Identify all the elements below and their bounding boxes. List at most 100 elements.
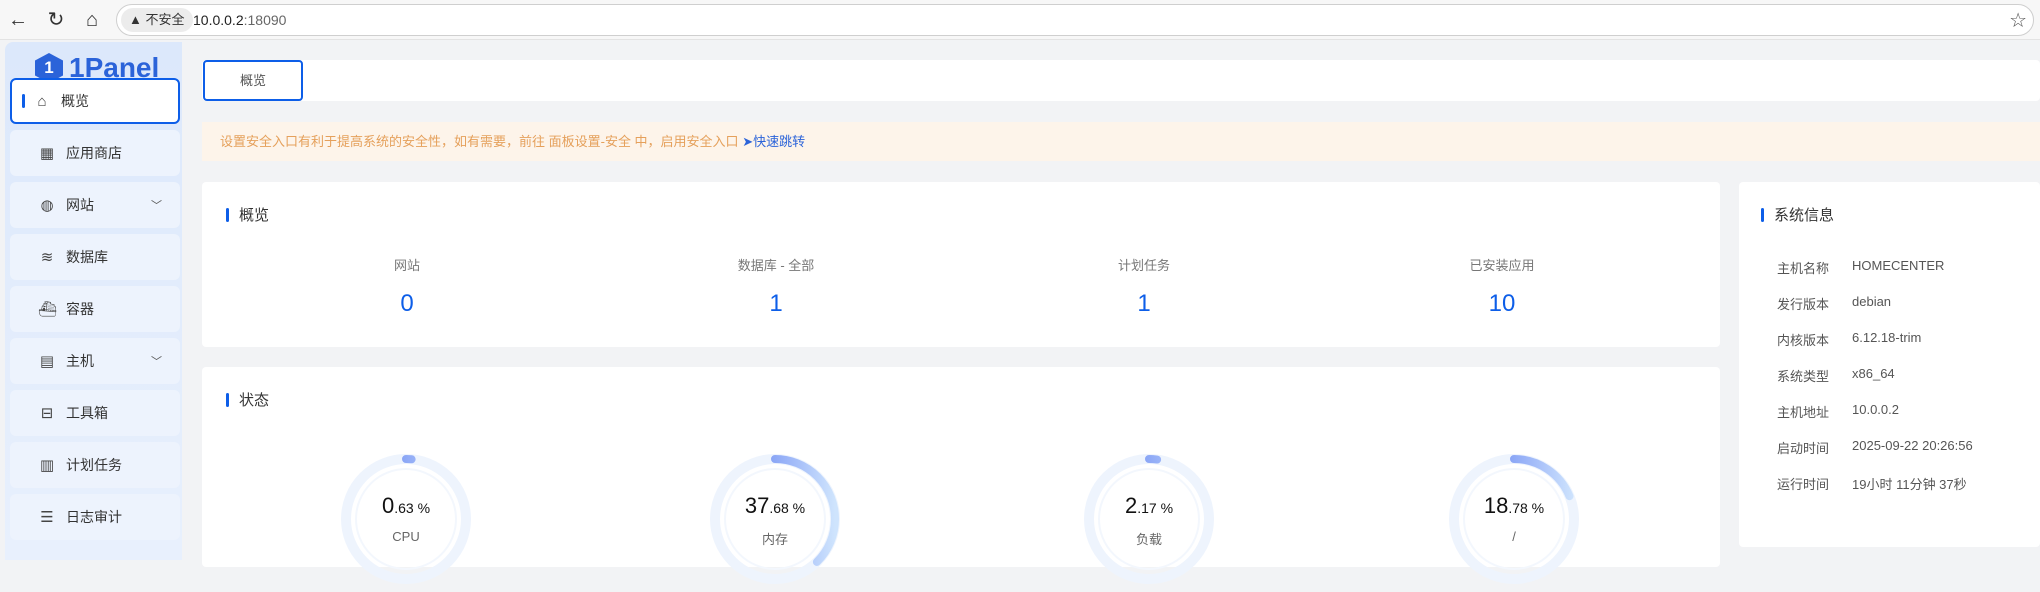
address-bar[interactable]: ▲ 不安全 10.0.0.2:18090 ☆ xyxy=(116,4,2034,36)
security-banner: 设置安全入口有利于提高系统的安全性，如有需要，前往 面板设置-安全 中，启用安全… xyxy=(202,122,2040,161)
security-label: 不安全 xyxy=(145,12,185,27)
stat-value[interactable]: 0 xyxy=(307,290,507,318)
sidebar-item-label: 计划任务 xyxy=(66,457,122,473)
navigate-icon: ➤ xyxy=(742,134,754,149)
gauge-value: 2.17 % xyxy=(1081,493,1217,519)
status-gauge[interactable]: 2.17 % 负载 xyxy=(1081,451,1217,587)
bookmark-star-icon[interactable]: ☆ xyxy=(2009,8,2027,33)
status-gauge[interactable]: 18.78 % / xyxy=(1446,451,1582,587)
sidebar-item[interactable]: ▤ 主机 ﹀ xyxy=(10,338,180,384)
status-gauge[interactable]: 0.63 % CPU xyxy=(338,451,474,587)
sidebar: 1 1Panel ⌂ 概览 ▦ 应用商店 ◍ 网站 ﹀ ≋ 数据库 ⛴ 容器 ▤ 主机 ﹀ ⊟ 工具箱 ▥ 计划任务… xyxy=(5,42,182,560)
stat-value[interactable]: 1 xyxy=(676,290,876,318)
gauge-label: 负载 xyxy=(1135,532,1162,547)
stat-label: 计划任务 xyxy=(1117,258,1170,273)
quick-jump-link[interactable]: ➤快速跳转 xyxy=(742,134,805,149)
sidebar-item[interactable]: ▦ 应用商店 xyxy=(10,130,180,176)
sysinfo-value: 10.0.0.2 xyxy=(1852,402,1899,417)
sidebar-item[interactable]: ⌂ 概览 xyxy=(10,78,180,124)
sysinfo-value: x86_64 xyxy=(1852,366,1895,381)
overview-stat[interactable]: 网站 0 xyxy=(307,255,507,318)
sysinfo-value: 19小时 11分钟 37秒 xyxy=(1852,477,1967,492)
sidebar-item[interactable]: ≋ 数据库 xyxy=(10,234,180,280)
home-icon[interactable]: ⌂ xyxy=(80,8,104,32)
gauge-int: 2 xyxy=(1124,493,1138,518)
sysinfo-row: 启动时间 2025-09-22 20:26:56 xyxy=(1777,438,1973,457)
quick-jump-label: 快速跳转 xyxy=(753,134,806,149)
sysinfo-value: debian xyxy=(1852,294,1892,309)
gauge-value: 18.78 % xyxy=(1446,493,1582,519)
reload-icon[interactable]: ↻ xyxy=(44,8,68,32)
layers-icon: ≋ xyxy=(40,249,54,266)
sysinfo-key: 系统类型 xyxy=(1777,369,1830,384)
globe-icon: ◍ xyxy=(40,197,54,214)
sysinfo-value: HOMECENTER xyxy=(1852,258,1945,273)
gauge-dec: .78 % xyxy=(1508,500,1545,516)
sysinfo-key: 发行版本 xyxy=(1777,297,1830,312)
stat-value[interactable]: 10 xyxy=(1402,290,1602,318)
sidebar-item-label: 日志审计 xyxy=(66,509,122,525)
sidebar-item-label: 数据库 xyxy=(66,249,108,265)
gauge-ring xyxy=(1449,454,1579,584)
banner-text: 设置安全入口有利于提高系统的安全性，如有需要，前往 面板设置-安全 中，启用安全… xyxy=(220,134,739,149)
sysinfo-row: 发行版本 debian xyxy=(1777,294,1891,313)
sidebar-item-label: 容器 xyxy=(66,301,94,317)
status-card: 状态 0.63 % CPU 37.68 % 内存 2.17 % 负载 18.78… xyxy=(202,367,1720,584)
sysinfo-key: 运行时间 xyxy=(1777,477,1830,492)
stat-value[interactable]: 1 xyxy=(1044,290,1244,318)
sidebar-item-label: 应用商店 xyxy=(66,145,122,161)
overview-title-text: 概览 xyxy=(239,207,270,224)
grid-icon: ▦ xyxy=(39,145,55,162)
back-icon[interactable]: ← xyxy=(6,8,30,32)
sidebar-item[interactable]: ☰ 日志审计 xyxy=(10,494,180,540)
sidebar-item[interactable]: ⛴ 容器 xyxy=(10,286,180,332)
overview-stat[interactable]: 已安装应用 10 xyxy=(1402,255,1602,318)
sidebar-item[interactable]: ◍ 网站 ﹀ xyxy=(10,182,180,228)
gauge-ring xyxy=(341,454,471,584)
url-port: :18090 xyxy=(243,12,287,28)
sysinfo-key: 启动时间 xyxy=(1777,441,1830,456)
gauge-dec: .63 % xyxy=(394,500,431,516)
stat-label: 网站 xyxy=(393,258,420,273)
sysinfo-row: 主机名称 HOMECENTER xyxy=(1777,258,1944,277)
gauge-ring xyxy=(1084,454,1214,584)
stat-label: 已安装应用 xyxy=(1469,258,1535,273)
sidebar-item[interactable]: ⊟ 工具箱 xyxy=(10,390,180,436)
sysinfo-card: 系统信息 主机名称 HOMECENTER 发行版本 debian 内核版本 6.12.18… xyxy=(1739,182,2040,547)
docker-icon: ⛴ xyxy=(38,301,58,318)
gauge-label: / xyxy=(1512,529,1516,544)
status-gauge[interactable]: 37.68 % 内存 xyxy=(707,451,843,587)
active-indicator xyxy=(22,94,25,108)
overview-stat[interactable]: 计划任务 1 xyxy=(1044,255,1244,318)
status-title-text: 状态 xyxy=(239,392,270,409)
log-icon: ☰ xyxy=(40,509,54,526)
gauge-value: 0.63 % xyxy=(338,493,474,519)
sidebar-item-label: 网站 xyxy=(66,197,94,213)
gauge-int: 0 xyxy=(381,493,395,518)
tab-bar: 概览 xyxy=(202,60,2040,101)
status-title: 状态 xyxy=(226,389,269,410)
sysinfo-title-text: 系统信息 xyxy=(1774,207,1835,224)
sysinfo-key: 主机地址 xyxy=(1777,405,1830,420)
sidebar-item-label: 概览 xyxy=(61,93,89,109)
gauge-label: CPU xyxy=(392,529,420,544)
sysinfo-row: 内核版本 6.12.18-trim xyxy=(1777,330,1921,349)
sysinfo-value: 2025-09-22 20:26:56 xyxy=(1852,438,1973,453)
browser-toolbar: ← ↻ ⌂ ▲ 不安全 10.0.0.2:18090 ☆ xyxy=(0,0,2040,40)
home-icon: ⌂ xyxy=(37,92,47,110)
chevron-down-icon: ﹀ xyxy=(151,356,162,368)
url-text[interactable]: 10.0.0.2:18090 xyxy=(193,12,286,28)
sysinfo-value: 6.12.18-trim xyxy=(1852,330,1922,345)
gauge-ring xyxy=(710,454,840,584)
sysinfo-row: 系统类型 x86_64 xyxy=(1777,366,1895,385)
gauge-dec: .17 % xyxy=(1137,500,1174,516)
overview-stat[interactable]: 数据库 - 全部 1 xyxy=(676,255,876,318)
tab-overview[interactable]: 概览 xyxy=(203,60,303,101)
sysinfo-key: 主机名称 xyxy=(1777,261,1830,276)
chevron-down-icon: ﹀ xyxy=(151,200,162,212)
toolbox-icon: ⊟ xyxy=(40,405,54,422)
gauge-label: 内存 xyxy=(761,532,788,547)
sidebar-item[interactable]: ▥ 计划任务 xyxy=(10,442,180,488)
stat-label: 数据库 - 全部 xyxy=(737,258,815,273)
security-indicator[interactable]: ▲ 不安全 xyxy=(121,8,193,32)
